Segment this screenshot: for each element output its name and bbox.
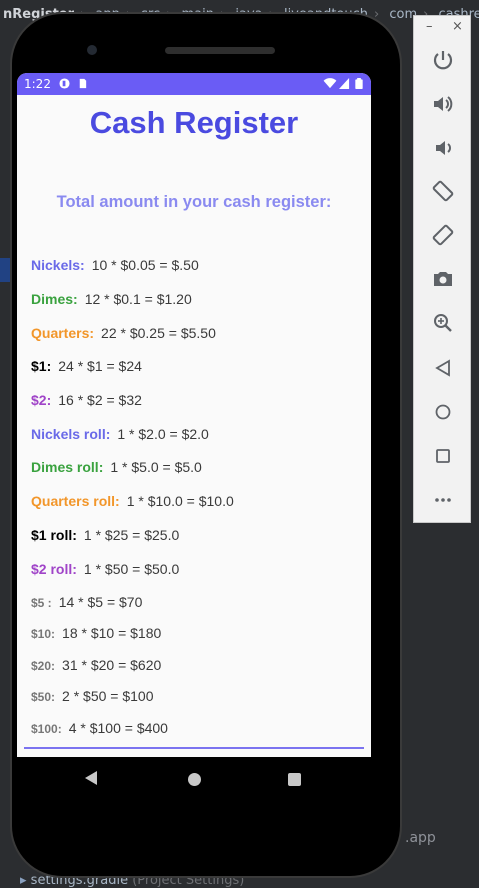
close-button[interactable]: × — [452, 19, 463, 34]
more-icon[interactable] — [431, 488, 455, 512]
home-icon[interactable] — [431, 400, 455, 424]
denomination-row: $2: 16 * $2 = $32 — [31, 392, 142, 408]
home-icon[interactable] — [188, 773, 201, 786]
denomination-row: Quarters roll: 1 * $10.0 = $10.0 — [31, 493, 234, 509]
phone-screen: 1:22 Cash Register Total amount in your … — [17, 73, 371, 757]
denomination-value: 1 * $25 = $25.0 — [83, 527, 180, 543]
rotate-right-icon[interactable] — [431, 223, 455, 247]
denomination-label: Nickels roll: — [31, 426, 111, 442]
denomination-value: 1 * $10.0 = $10.0 — [126, 493, 234, 509]
denomination-value: 14 * $5 = $70 — [58, 594, 143, 610]
app-notification-icon — [59, 78, 70, 89]
total-amount-heading: Total amount in your cash register: — [56, 193, 332, 211]
earpiece-speaker — [165, 47, 275, 54]
denomination-row: $50: 2 * $50 = $100 — [31, 688, 154, 704]
denomination-label: Quarters: — [31, 325, 95, 341]
denomination-label: $100: — [31, 722, 62, 736]
denomination-value: 1 * $50 = $50.0 — [83, 561, 180, 577]
denomination-value: 10 * $0.05 = $.50 — [91, 257, 199, 273]
denomination-row: Nickels: 10 * $0.05 = $.50 — [31, 257, 199, 273]
denomination-label: Quarters roll: — [31, 493, 120, 509]
denomination-value: 31 * $20 = $620 — [62, 657, 162, 673]
recents-icon[interactable] — [288, 773, 301, 786]
denomination-label: Dimes: — [31, 291, 78, 307]
denomination-label: Nickels: — [31, 257, 85, 273]
zoom-icon[interactable] — [431, 311, 455, 335]
denomination-label: $5 : — [31, 596, 52, 610]
denomination-row: Nickels roll: 1 * $2.0 = $2.0 — [31, 426, 209, 442]
front-camera — [87, 45, 97, 55]
denomination-row: $5 : 14 * $5 = $70 — [31, 594, 142, 610]
back-icon[interactable] — [84, 770, 98, 786]
page-title: Cash Register — [89, 105, 299, 140]
denomination-row: $10: 18 * $10 = $180 — [31, 625, 161, 641]
power-icon[interactable] — [431, 48, 455, 72]
denomination-row: $1 roll: 1 * $25 = $25.0 — [31, 527, 179, 543]
denomination-value: 22 * $0.25 = $5.50 — [101, 325, 216, 341]
denomination-row: $20: 31 * $20 = $620 — [31, 657, 161, 673]
volume-down-icon[interactable] — [431, 136, 455, 160]
minimize-button[interactable]: – — [426, 19, 433, 34]
volume-up-icon[interactable] — [431, 92, 455, 116]
overview-icon[interactable] — [431, 444, 455, 468]
denomination-value: 12 * $0.1 = $1.20 — [84, 291, 192, 307]
denomination-row: $1: 24 * $1 = $24 — [31, 358, 142, 374]
denomination-row: $100: 4 * $100 = $400 — [31, 720, 168, 736]
denomination-row: Quarters: 22 * $0.25 = $5.50 — [31, 325, 216, 341]
denomination-value: 2 * $50 = $100 — [62, 688, 154, 704]
denomination-value: 1 * $2.0 = $2.0 — [117, 426, 209, 442]
back-icon[interactable] — [431, 356, 455, 380]
denomination-value: 4 * $100 = $400 — [68, 720, 168, 736]
battery-icon — [355, 78, 363, 89]
status-bar: 1:22 — [17, 73, 371, 95]
denomination-label: $10: — [31, 627, 56, 641]
denomination-value: 18 * $10 = $180 — [62, 625, 162, 641]
camera-icon[interactable] — [431, 267, 455, 291]
denomination-label: Dimes roll: — [31, 459, 104, 475]
wifi-icon — [323, 78, 337, 89]
denomination-value: 1 * $5.0 = $5.0 — [110, 459, 202, 475]
denomination-row: $2 roll: 1 * $50 = $50.0 — [31, 561, 179, 577]
denomination-label: $1 roll: — [31, 527, 77, 543]
denomination-label: $1: — [31, 358, 52, 374]
rotate-left-icon[interactable] — [431, 179, 455, 203]
status-time: 1:22 — [24, 77, 51, 91]
denomination-row: Dimes: 12 * $0.1 = $1.20 — [31, 291, 192, 307]
denomination-value: 24 * $1 = $24 — [58, 358, 142, 374]
denomination-value: 16 * $2 = $32 — [58, 392, 142, 408]
sd-card-icon — [79, 78, 87, 89]
denomination-label: $50: — [31, 690, 56, 704]
denomination-label: $2: — [31, 392, 52, 408]
ide-file-label: .app — [405, 830, 436, 846]
emulator-toolbar: – × — [413, 15, 471, 523]
android-nav-bar — [17, 757, 371, 803]
bottom-divider — [24, 747, 364, 749]
denomination-row: Dimes roll: 1 * $5.0 = $5.0 — [31, 459, 202, 475]
signal-icon — [339, 78, 350, 89]
denomination-label: $20: — [31, 659, 56, 673]
denomination-label: $2 roll: — [31, 561, 77, 577]
